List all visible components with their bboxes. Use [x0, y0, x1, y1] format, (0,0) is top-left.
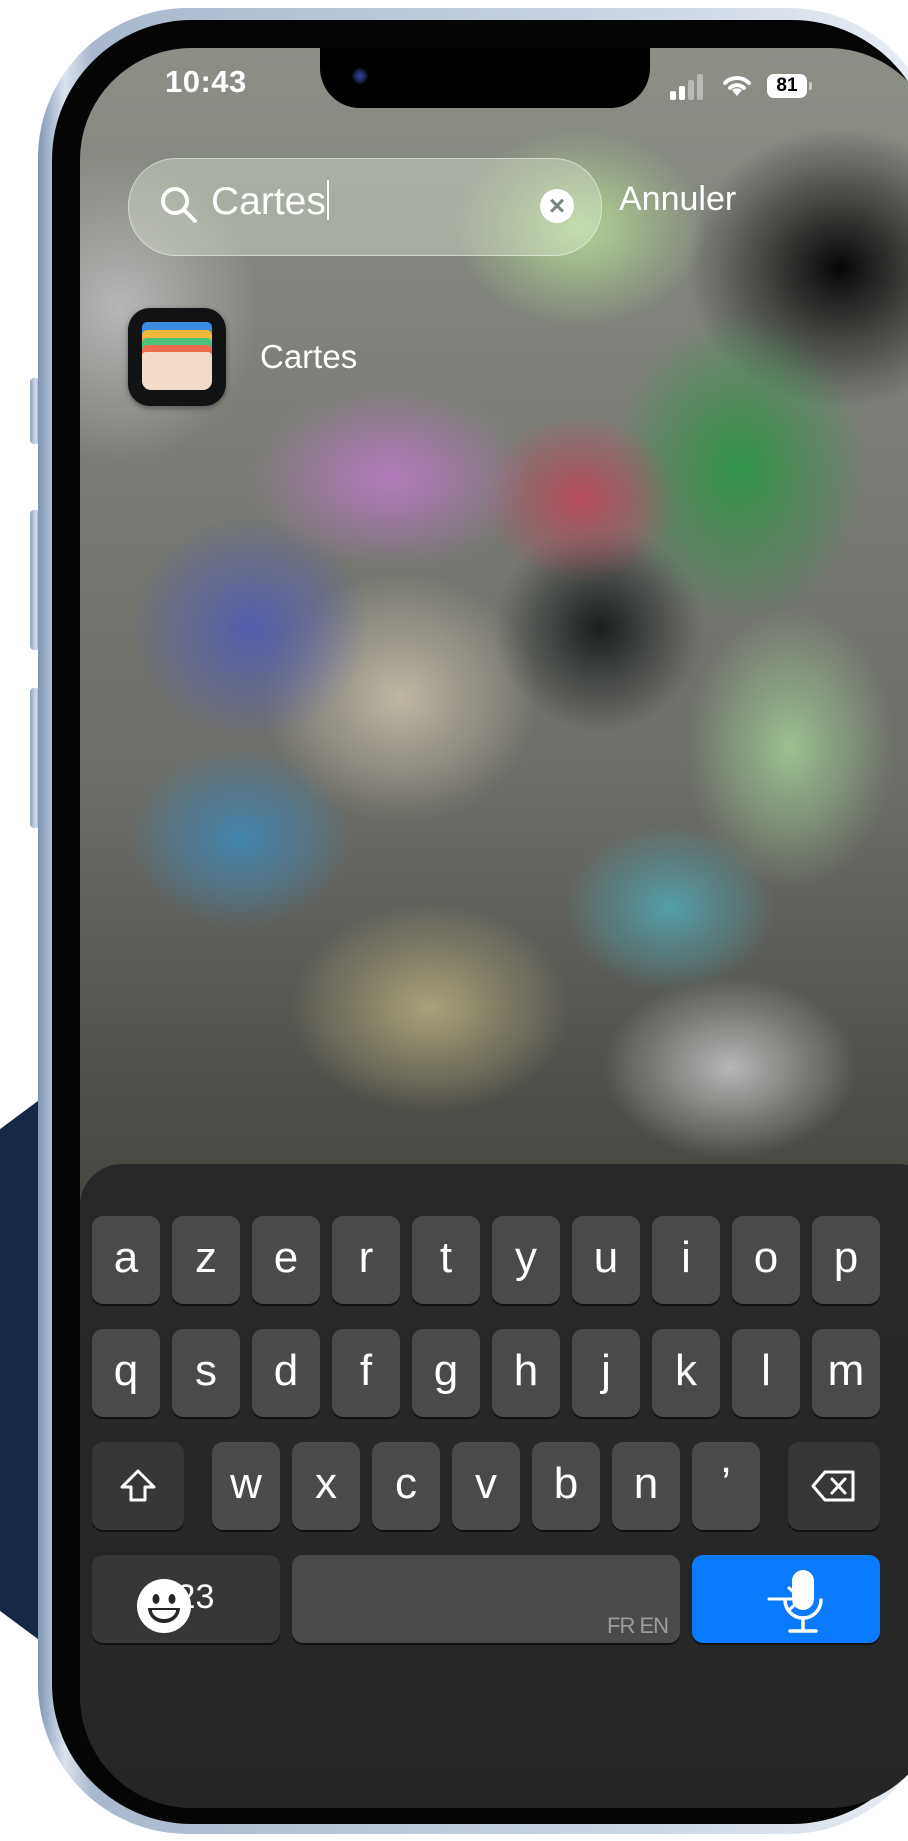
emoji-icon[interactable] — [136, 1578, 192, 1634]
key[interactable]: v — [452, 1442, 520, 1530]
key[interactable]: a — [92, 1216, 160, 1304]
key[interactable]: d — [252, 1329, 320, 1417]
backspace-icon — [811, 1470, 855, 1502]
battery-tip — [809, 82, 812, 90]
key[interactable]: z — [172, 1216, 240, 1304]
wallet-pocket — [142, 352, 212, 390]
wallet-app-icon[interactable] — [128, 308, 226, 406]
search-input-value: Cartes — [211, 180, 326, 223]
key[interactable]: ’ — [692, 1442, 760, 1530]
battery-icon: 81 — [767, 74, 807, 98]
key[interactable]: j — [572, 1329, 640, 1417]
key[interactable]: g — [412, 1329, 480, 1417]
front-camera — [352, 68, 368, 84]
search-result-item[interactable]: Cartes — [128, 308, 528, 408]
shift-icon — [120, 1469, 156, 1502]
search-icon — [161, 187, 197, 223]
key[interactable]: i — [652, 1216, 720, 1304]
key[interactable]: n — [612, 1442, 680, 1530]
key[interactable]: o — [732, 1216, 800, 1304]
key[interactable]: m — [812, 1329, 880, 1417]
key[interactable]: x — [292, 1442, 360, 1530]
key[interactable]: b — [532, 1442, 600, 1530]
microphone-icon[interactable] — [780, 1568, 826, 1638]
notch — [320, 48, 650, 108]
clear-icon[interactable]: × — [540, 189, 574, 223]
signal-icon — [670, 72, 710, 100]
key[interactable]: h — [492, 1329, 560, 1417]
key[interactable]: t — [412, 1216, 480, 1304]
delete-key[interactable] — [788, 1442, 880, 1530]
key[interactable]: c — [372, 1442, 440, 1530]
shift-key[interactable] — [92, 1442, 184, 1530]
space-key[interactable]: FR EN — [292, 1555, 680, 1643]
cancel-button[interactable]: Annuler — [619, 180, 779, 219]
key[interactable]: u — [572, 1216, 640, 1304]
key[interactable]: s — [172, 1329, 240, 1417]
text-caret — [326, 180, 329, 220]
key[interactable]: f — [332, 1329, 400, 1417]
phone-screen: 10:43 81 Cartes × Annuler Cartes a z e r… — [80, 48, 908, 1808]
key[interactable]: q — [92, 1329, 160, 1417]
key[interactable]: r — [332, 1216, 400, 1304]
keyboard-languages: FR EN — [607, 1613, 669, 1638]
key[interactable]: y — [492, 1216, 560, 1304]
key[interactable]: k — [652, 1329, 720, 1417]
key[interactable]: p — [812, 1216, 880, 1304]
search-result-label: Cartes — [260, 338, 358, 375]
search-field[interactable]: Cartes × — [128, 158, 602, 256]
key[interactable]: l — [732, 1329, 800, 1417]
key[interactable]: e — [252, 1216, 320, 1304]
wifi-icon — [723, 76, 751, 96]
key[interactable]: w — [212, 1442, 280, 1530]
status-time: 10:43 — [165, 64, 247, 99]
status-icons: 81 — [670, 72, 825, 102]
search-input[interactable]: Cartes — [211, 180, 329, 224]
